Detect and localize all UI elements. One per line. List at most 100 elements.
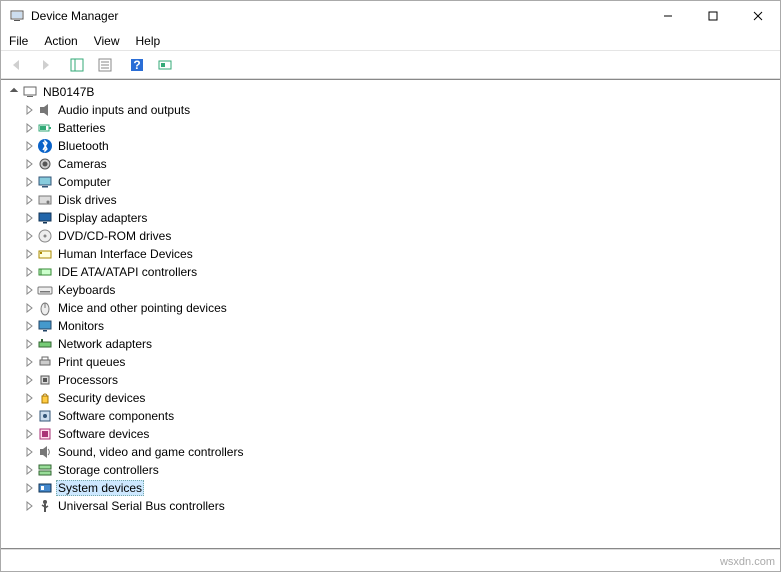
expand-icon[interactable] xyxy=(22,409,36,423)
tree-node-label: Audio inputs and outputs xyxy=(56,103,192,117)
expand-icon[interactable] xyxy=(22,265,36,279)
expand-icon[interactable] xyxy=(22,175,36,189)
titlebar[interactable]: Device Manager xyxy=(1,1,780,31)
expand-icon[interactable] xyxy=(22,229,36,243)
expand-icon[interactable] xyxy=(22,319,36,333)
tree-node-label: DVD/CD-ROM drives xyxy=(56,229,173,243)
svg-text:?: ? xyxy=(133,58,140,72)
tree-node-label: Computer xyxy=(56,175,113,189)
kbd-icon xyxy=(37,282,53,298)
expand-icon[interactable] xyxy=(22,463,36,477)
expand-icon[interactable] xyxy=(22,337,36,351)
tree-node-label: Security devices xyxy=(56,391,147,405)
tree-node-label: Universal Serial Bus controllers xyxy=(56,499,227,513)
status-bar xyxy=(1,549,780,571)
tree-node-label: Print queues xyxy=(56,355,127,369)
scan-hardware-button[interactable] xyxy=(153,54,177,76)
menu-help[interactable]: Help xyxy=(136,34,161,48)
system-icon xyxy=(37,480,53,496)
expand-icon[interactable] xyxy=(22,301,36,315)
forward-button[interactable] xyxy=(33,54,57,76)
tree-node-sound-video-and-game-controllers[interactable]: Sound, video and game controllers xyxy=(22,443,778,461)
tree-node-dvd-cd-rom-drives[interactable]: DVD/CD-ROM drives xyxy=(22,227,778,245)
close-button[interactable] xyxy=(735,1,780,31)
display-icon xyxy=(37,210,53,226)
expand-icon[interactable] xyxy=(22,103,36,117)
expand-icon[interactable] xyxy=(22,445,36,459)
security-icon xyxy=(37,390,53,406)
tree-node-human-interface-devices[interactable]: Human Interface Devices xyxy=(22,245,778,263)
hid-icon xyxy=(37,246,53,262)
device-manager-window: Device Manager File Action View Help ? xyxy=(0,0,781,572)
tree-node-label: Bluetooth xyxy=(56,139,111,153)
pc-icon xyxy=(37,174,53,190)
swd-icon xyxy=(37,426,53,442)
tree-node-print-queues[interactable]: Print queues xyxy=(22,353,778,371)
tree-node-disk-drives[interactable]: Disk drives xyxy=(22,191,778,209)
expand-icon[interactable] xyxy=(22,157,36,171)
expand-icon[interactable] xyxy=(22,427,36,441)
tree-node-label: Disk drives xyxy=(56,193,119,207)
tree-node-label: Batteries xyxy=(56,121,107,135)
mouse-icon xyxy=(37,300,53,316)
tree-node-cameras[interactable]: Cameras xyxy=(22,155,778,173)
menu-file[interactable]: File xyxy=(9,34,28,48)
tree-node-display-adapters[interactable]: Display adapters xyxy=(22,209,778,227)
tree-node-label: Cameras xyxy=(56,157,109,171)
ide-icon xyxy=(37,264,53,280)
expand-icon[interactable] xyxy=(22,373,36,387)
tree-node-universal-serial-bus-controllers[interactable]: Universal Serial Bus controllers xyxy=(22,497,778,515)
minimize-button[interactable] xyxy=(645,1,690,31)
back-button[interactable] xyxy=(5,54,29,76)
tree-node-monitors[interactable]: Monitors xyxy=(22,317,778,335)
audio-icon xyxy=(37,102,53,118)
help-button[interactable]: ? xyxy=(125,54,149,76)
usb-icon xyxy=(37,498,53,514)
expand-icon[interactable] xyxy=(22,391,36,405)
expand-icon[interactable] xyxy=(22,499,36,513)
tree-node-batteries[interactable]: Batteries xyxy=(22,119,778,137)
show-hide-tree-button[interactable] xyxy=(65,54,89,76)
tree-node-audio-inputs-and-outputs[interactable]: Audio inputs and outputs xyxy=(22,101,778,119)
tree-node-mice-and-other-pointing-devices[interactable]: Mice and other pointing devices xyxy=(22,299,778,317)
tree-node-label: System devices xyxy=(56,480,144,496)
tree-node-security-devices[interactable]: Security devices xyxy=(22,389,778,407)
menu-action[interactable]: Action xyxy=(44,34,77,48)
expand-icon[interactable] xyxy=(22,193,36,207)
tree-node-computer[interactable]: Computer xyxy=(22,173,778,191)
tree-node-label: Keyboards xyxy=(56,283,117,297)
net-icon xyxy=(37,336,53,352)
tree-root-node[interactable]: NB0147B xyxy=(3,83,778,101)
cpu-icon xyxy=(37,372,53,388)
expand-icon[interactable] xyxy=(22,355,36,369)
tree-node-label: IDE ATA/ATAPI controllers xyxy=(56,265,199,279)
expand-icon[interactable] xyxy=(22,139,36,153)
tree-node-storage-controllers[interactable]: Storage controllers xyxy=(22,461,778,479)
tree-node-network-adapters[interactable]: Network adapters xyxy=(22,335,778,353)
properties-button[interactable] xyxy=(93,54,117,76)
expand-icon[interactable] xyxy=(22,481,36,495)
maximize-button[interactable] xyxy=(690,1,735,31)
tree-node-label: Human Interface Devices xyxy=(56,247,195,261)
expand-icon[interactable] xyxy=(22,283,36,297)
expand-icon[interactable] xyxy=(22,247,36,261)
tree-node-system-devices[interactable]: System devices xyxy=(22,479,778,497)
tree-node-ide-ata-atapi-controllers[interactable]: IDE ATA/ATAPI controllers xyxy=(22,263,778,281)
device-tree[interactable]: NB0147B Audio inputs and outputs Batterie… xyxy=(1,79,780,549)
tree-node-processors[interactable]: Processors xyxy=(22,371,778,389)
computer-icon xyxy=(22,84,38,100)
tree-node-label: Display adapters xyxy=(56,211,149,225)
expand-icon[interactable] xyxy=(22,121,36,135)
tree-node-bluetooth[interactable]: Bluetooth xyxy=(22,137,778,155)
collapse-icon[interactable] xyxy=(7,85,21,99)
menu-view[interactable]: View xyxy=(94,34,120,48)
swc-icon xyxy=(37,408,53,424)
tree-node-software-components[interactable]: Software components xyxy=(22,407,778,425)
tree-node-label: Network adapters xyxy=(56,337,154,351)
tree-node-software-devices[interactable]: Software devices xyxy=(22,425,778,443)
printer-icon xyxy=(37,354,53,370)
window-title: Device Manager xyxy=(31,9,645,23)
dvd-icon xyxy=(37,228,53,244)
tree-node-keyboards[interactable]: Keyboards xyxy=(22,281,778,299)
expand-icon[interactable] xyxy=(22,211,36,225)
